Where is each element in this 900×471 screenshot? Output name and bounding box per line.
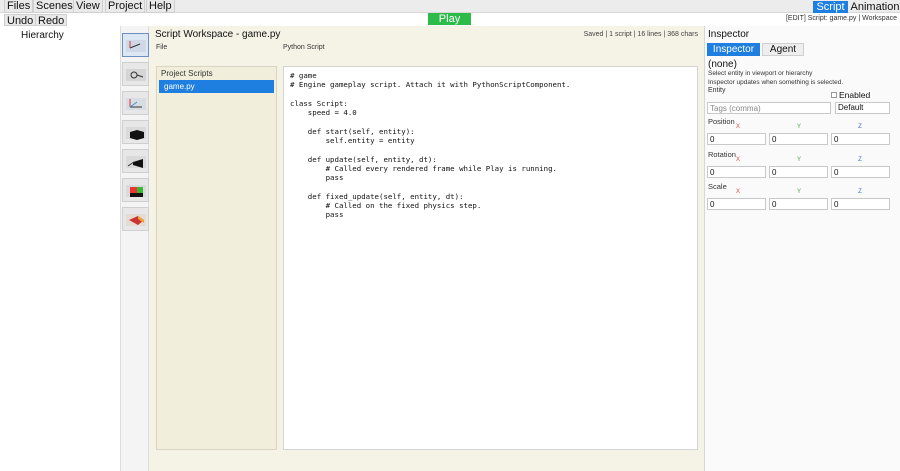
material-tool-button[interactable] <box>122 207 149 231</box>
axes-tool-button[interactable] <box>122 91 149 115</box>
menu-scenes[interactable]: Scenes <box>33 0 76 13</box>
axis-x-label: X <box>735 189 740 195</box>
axis-z-label: Z <box>858 189 862 195</box>
project-scripts-panel: Project Scripts game.py <box>156 66 277 450</box>
language-label: Python Script <box>283 44 325 51</box>
color-cube-icon <box>126 185 146 197</box>
code-text[interactable]: # game # Engine gameplay script. Attach … <box>290 71 570 220</box>
enabled-checkbox[interactable] <box>831 92 837 98</box>
menu-view[interactable]: View <box>73 0 103 13</box>
axis-z-label: Z <box>858 124 862 130</box>
layer-select[interactable]: Default <box>835 102 890 114</box>
script-workspace: Script Workspace - game.py File Python S… <box>149 26 705 471</box>
menu-files[interactable]: Files <box>4 0 34 13</box>
menu-help[interactable]: Help <box>146 0 175 13</box>
axis-z-label: Z <box>858 157 862 163</box>
rotation-label: Rotation <box>708 150 736 159</box>
rotation-z-input[interactable] <box>831 166 890 178</box>
cube-icon <box>126 127 146 140</box>
select-tool-button[interactable] <box>122 33 149 57</box>
workspace-status: Saved | 1 script | 16 lines | 368 chars <box>583 31 698 38</box>
redo-button[interactable]: Redo <box>35 14 68 27</box>
light-icon <box>126 156 146 168</box>
tool-column <box>120 26 149 471</box>
inspector-hint: Select entity in viewport or hierarchy <box>708 70 813 77</box>
position-z-input[interactable] <box>831 133 890 145</box>
axes-tool-icon <box>126 98 146 110</box>
selection-name: (none) <box>708 59 737 70</box>
material-icon <box>126 214 146 226</box>
rotation-y-input[interactable] <box>769 166 828 178</box>
scale-x-input[interactable] <box>707 198 766 210</box>
axis-y-label: Y <box>796 157 801 163</box>
select-tool-icon <box>126 40 146 52</box>
axis-y-label: Y <box>796 189 801 195</box>
axis-x-label: X <box>735 157 740 163</box>
menu-project[interactable]: Project <box>105 0 146 13</box>
scale-y-input[interactable] <box>769 198 828 210</box>
color-cube-tool-button[interactable] <box>122 178 149 202</box>
workspace-title: Script Workspace - game.py <box>155 29 281 40</box>
move-tool-button[interactable] <box>122 62 149 86</box>
editor-status: [EDIT] Script: game.py | Workspace <box>785 15 897 22</box>
axis-x-label: X <box>735 124 740 130</box>
scale-z-input[interactable] <box>831 198 890 210</box>
mode-animation-button[interactable]: Animation <box>850 1 900 13</box>
cube-tool-button[interactable] <box>122 120 149 144</box>
inspector-hint-secondary: Inspector updates when something is sele… <box>708 79 844 86</box>
tab-inspector[interactable]: Inspector <box>707 43 760 56</box>
script-list-item[interactable]: game.py <box>159 80 274 93</box>
mode-script-button[interactable]: Script <box>813 1 848 13</box>
inspector-title: Inspector <box>708 29 750 40</box>
scale-label: Scale <box>708 182 727 191</box>
axis-y-label: Y <box>796 124 801 130</box>
light-tool-button[interactable] <box>122 149 149 173</box>
move-tool-icon <box>126 69 146 81</box>
position-x-input[interactable] <box>707 133 766 145</box>
undo-button[interactable]: Undo <box>4 14 37 27</box>
file-menu-label[interactable]: File <box>156 44 167 51</box>
code-editor[interactable]: # game # Engine gameplay script. Attach … <box>283 66 698 450</box>
enabled-label: Enabled <box>839 90 871 100</box>
project-scripts-title: Project Scripts <box>161 69 213 78</box>
tab-agent[interactable]: Agent <box>762 43 804 56</box>
menu-bar: Files Scenes View Project Help <box>0 0 900 13</box>
position-y-input[interactable] <box>769 133 828 145</box>
entity-section-label: Entity <box>708 87 726 94</box>
play-button[interactable]: Play <box>428 13 471 25</box>
hierarchy-title: Hierarchy <box>21 30 64 41</box>
position-label: Position <box>708 117 735 126</box>
tags-input[interactable] <box>707 102 831 114</box>
hierarchy-panel: Hierarchy <box>0 26 120 471</box>
inspector-panel: Inspector Inspector Agent (none) Select … <box>705 26 900 471</box>
rotation-x-input[interactable] <box>707 166 766 178</box>
